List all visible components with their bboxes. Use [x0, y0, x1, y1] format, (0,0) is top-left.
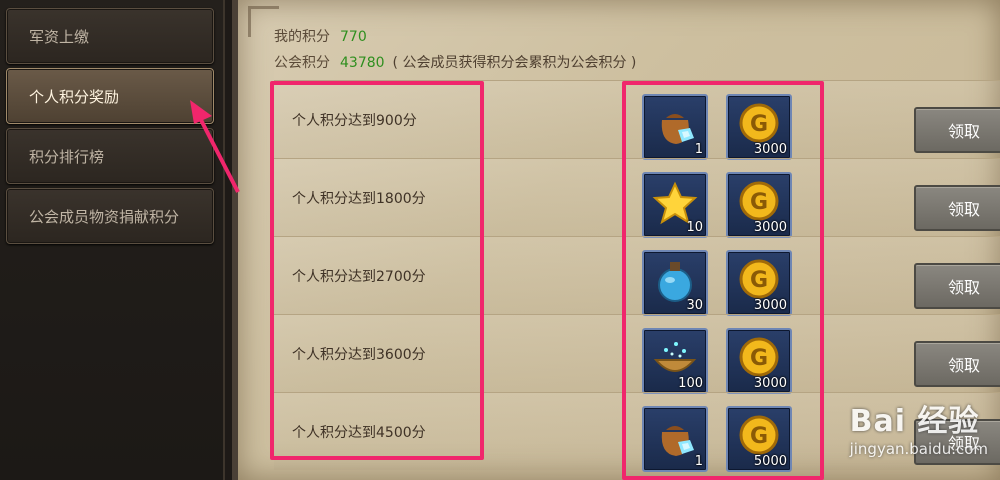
claim-button[interactable]: 领取: [914, 107, 1000, 153]
watermark-brand: Bai 经验: [849, 404, 980, 439]
annotation-arrow-icon: [190, 100, 240, 193]
watermark: Bai 经验 jingyan.baidu.com: [850, 396, 988, 458]
guild-score-label: 公会积分: [274, 55, 330, 71]
claim-button[interactable]: 领取: [914, 341, 1000, 387]
my-score-line: 我的积分 770: [274, 26, 367, 46]
claim-button[interactable]: 领取: [914, 185, 1000, 231]
my-score-label: 我的积分: [274, 29, 330, 45]
watermark-site: jingyan.baidu.com: [849, 440, 988, 458]
highlight-box-thresholds: [270, 81, 484, 460]
claim-button[interactable]: 领取: [914, 263, 1000, 309]
guild-score-line: 公会积分 43780 ( 公会成员获得积分会累积为公会积分 ): [274, 52, 636, 72]
highlight-box-rewards: [622, 81, 824, 480]
guild-score-value: 43780: [340, 55, 385, 71]
guild-score-note: ( 公会成员获得积分会累积为公会积分 ): [392, 55, 637, 71]
my-score-value: 770: [340, 29, 367, 45]
